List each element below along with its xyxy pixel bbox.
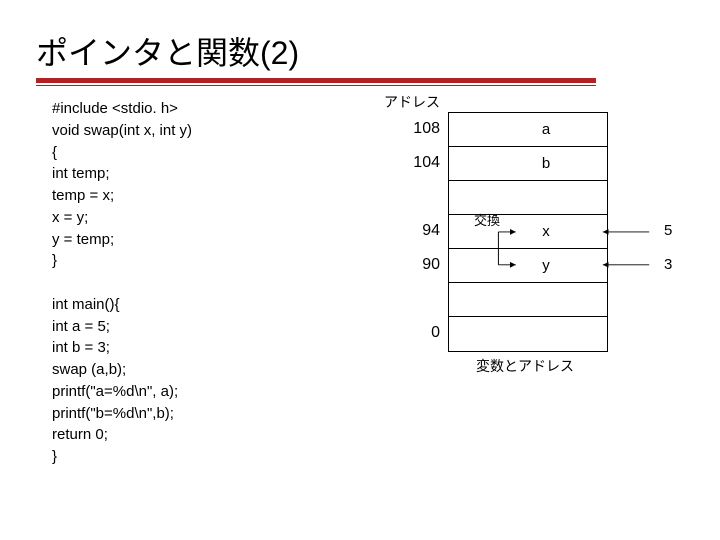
diagram-caption: 変数とアドレス — [476, 356, 574, 376]
memory-diagram: アドレス 108 104 94 90 0 a b x y 交換 5 3 変数とア… — [336, 98, 684, 478]
slide: ポインタと関数(2) #include <stdio. h> void swap… — [0, 0, 720, 540]
cell-a: a — [542, 121, 550, 138]
cell-b: b — [542, 155, 550, 172]
ext-value-x: 5 — [664, 222, 672, 239]
content-row: #include <stdio. h> void swap(int x, int… — [36, 98, 684, 478]
addr-90: 90 — [400, 256, 440, 274]
addr-104: 104 — [400, 154, 440, 172]
swap-label: 交換 — [474, 210, 500, 229]
addr-108: 108 — [400, 120, 440, 138]
table-row: b — [449, 147, 607, 181]
table-row — [449, 317, 607, 351]
table-row: a — [449, 113, 607, 147]
code-block: #include <stdio. h> void swap(int x, int… — [36, 98, 336, 478]
slide-title: ポインタと関数(2) — [36, 28, 684, 74]
title-rule-thick — [36, 78, 596, 83]
addr-94: 94 — [400, 222, 440, 240]
table-row: y — [449, 249, 607, 283]
addr-0: 0 — [400, 324, 440, 342]
ext-value-y: 3 — [664, 256, 672, 273]
table-row — [449, 181, 607, 215]
cell-y: y — [542, 257, 550, 274]
address-header: アドレス — [384, 92, 440, 112]
table-row: x — [449, 215, 607, 249]
title-rule-thin — [36, 85, 596, 86]
table-row — [449, 283, 607, 317]
cell-x: x — [542, 223, 550, 240]
memory-table: a b x y — [448, 112, 608, 352]
